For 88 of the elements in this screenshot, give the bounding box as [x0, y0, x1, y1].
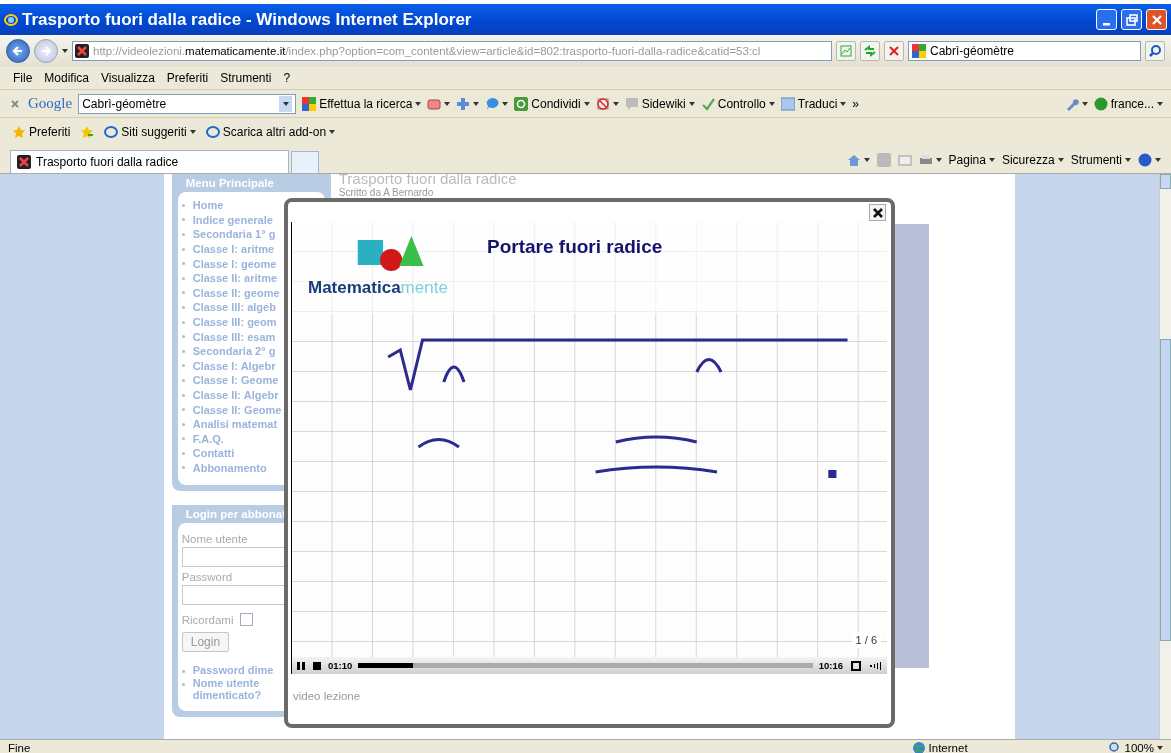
- video-caption: video lezione: [292, 690, 362, 702]
- back-button[interactable]: [6, 39, 30, 63]
- caret-icon[interactable]: [688, 101, 695, 106]
- google-icon: [302, 96, 317, 111]
- ie-page-icon: [205, 125, 220, 139]
- logo-wordmark: Matematicamente: [308, 278, 448, 298]
- remember-checkbox[interactable]: [239, 613, 253, 627]
- security-zone: Internet: [928, 742, 968, 753]
- caret-icon[interactable]: [1157, 746, 1163, 750]
- menu-item[interactable]: Preferiti: [161, 71, 214, 85]
- toolbar-button[interactable]: Sidewiki: [641, 96, 686, 111]
- fullscreen-icon[interactable]: [849, 658, 863, 673]
- menu-item[interactable]: Modifica: [39, 71, 95, 85]
- magnifier-icon[interactable]: [1107, 741, 1122, 753]
- caret-icon[interactable]: [1081, 101, 1088, 106]
- field-label: Password: [181, 571, 234, 584]
- caret-icon[interactable]: [62, 49, 68, 53]
- site-icon: [17, 155, 31, 169]
- caret-icon[interactable]: [863, 157, 870, 162]
- caret-icon[interactable]: [444, 101, 451, 106]
- caret-icon[interactable]: [502, 101, 509, 106]
- menu-item[interactable]: Strumenti: [215, 71, 277, 85]
- caret-icon[interactable]: [935, 157, 942, 162]
- blocked-icon[interactable]: [595, 96, 610, 111]
- globe-icon: [911, 741, 926, 753]
- toolbar-button[interactable]: Traduci: [797, 96, 838, 111]
- help-icon[interactable]: [1138, 152, 1152, 167]
- toolbar-button[interactable]: Controllo: [717, 96, 766, 111]
- panel-title: Menu Principale: [184, 176, 275, 191]
- share-icon[interactable]: [514, 96, 529, 111]
- caret-icon[interactable]: [473, 101, 480, 106]
- star-icon: [12, 125, 26, 139]
- caret-icon[interactable]: [282, 101, 289, 106]
- command-button[interactable]: Pagina: [948, 152, 986, 167]
- field-label: Nome utente: [181, 533, 249, 546]
- menu-item[interactable]: Visualizza: [96, 71, 160, 85]
- caret-icon[interactable]: [1057, 157, 1064, 162]
- byline: Scritto da A Bernardo: [338, 187, 435, 198]
- toolbar-button[interactable]: Condividi: [531, 96, 581, 111]
- caret-icon[interactable]: [1155, 157, 1161, 162]
- caret-icon[interactable]: [612, 101, 619, 106]
- search-field[interactable]: Cabrì-géomètre: [78, 93, 297, 114]
- elapsed-time: 01:10: [328, 660, 353, 671]
- site-icon: [75, 44, 89, 58]
- caret-icon[interactable]: [1157, 101, 1163, 106]
- close-button[interactable]: [869, 204, 886, 221]
- caret-icon[interactable]: [189, 130, 196, 134]
- caret-icon[interactable]: [583, 101, 590, 106]
- caret-icon[interactable]: [768, 101, 775, 106]
- caret-icon[interactable]: [988, 157, 995, 162]
- favorites-link[interactable]: Scarica altri add-on: [222, 125, 327, 139]
- caret-icon[interactable]: [1125, 157, 1131, 162]
- checkbox-label: Ricordami: [181, 613, 234, 626]
- command-button[interactable]: Sicurezza: [1001, 152, 1055, 167]
- status-text: Fine: [8, 742, 31, 753]
- zoom-level[interactable]: 100%: [1124, 742, 1154, 753]
- article-title: Trasporto fuori dalla radice: [338, 174, 518, 187]
- ie-logo-icon: [4, 12, 18, 27]
- menu-item[interactable]: File: [8, 71, 38, 85]
- search-field[interactable]: Cabrì-géomètre: [908, 41, 1141, 61]
- favorites-link[interactable]: Siti suggeriti: [121, 125, 187, 139]
- url-text: http://videolezioni.matematicamente.it/index.php?option=com_content&view=article&id=802:trasporto-fuori-dalla-radice&catid=53:cl: [93, 45, 761, 57]
- caret-icon[interactable]: [415, 101, 422, 106]
- dropdown-button[interactable]: [279, 95, 293, 112]
- caret-icon[interactable]: [840, 101, 847, 106]
- address-field[interactable]: http://videolezioni.matematicamente.it/index.php?option=com_content&view=article&id=802:trasporto-fuori-dalla-radice&catid=53:cl: [72, 41, 832, 61]
- toolbar-button[interactable]: Effettua la ricerca: [319, 96, 413, 111]
- browser-tab[interactable]: Trasporto fuori dalla radice: [10, 150, 289, 173]
- account-button[interactable]: france...: [1110, 96, 1154, 111]
- scrollbar[interactable]: [1159, 174, 1171, 739]
- window-title: Trasporto fuori dalla radice - Windows Internet Explorer: [22, 9, 473, 30]
- spellcheck-icon[interactable]: [700, 96, 715, 111]
- more-button[interactable]: »: [852, 96, 859, 111]
- ie-page-icon: [104, 125, 119, 139]
- seek-bar[interactable]: [358, 663, 813, 668]
- caret-icon[interactable]: [329, 130, 336, 134]
- total-time: 10:16: [818, 660, 843, 671]
- favorites-button[interactable]: Preferiti: [29, 125, 71, 139]
- toolbar-logo: Google: [28, 95, 73, 112]
- menu-item[interactable]: ?: [278, 71, 296, 85]
- search-query: Cabrì-géomètre: [930, 44, 1015, 58]
- command-button[interactable]: Strumenti: [1070, 152, 1122, 167]
- google-icon: [912, 44, 926, 58]
- slide-counter: 1 / 6: [851, 632, 881, 648]
- slide-title: Portare fuori radice: [487, 236, 663, 258]
- status-dot-icon: [1093, 96, 1108, 111]
- back-arrow-icon[interactable]: [11, 44, 25, 58]
- logo-drawing: [357, 236, 424, 271]
